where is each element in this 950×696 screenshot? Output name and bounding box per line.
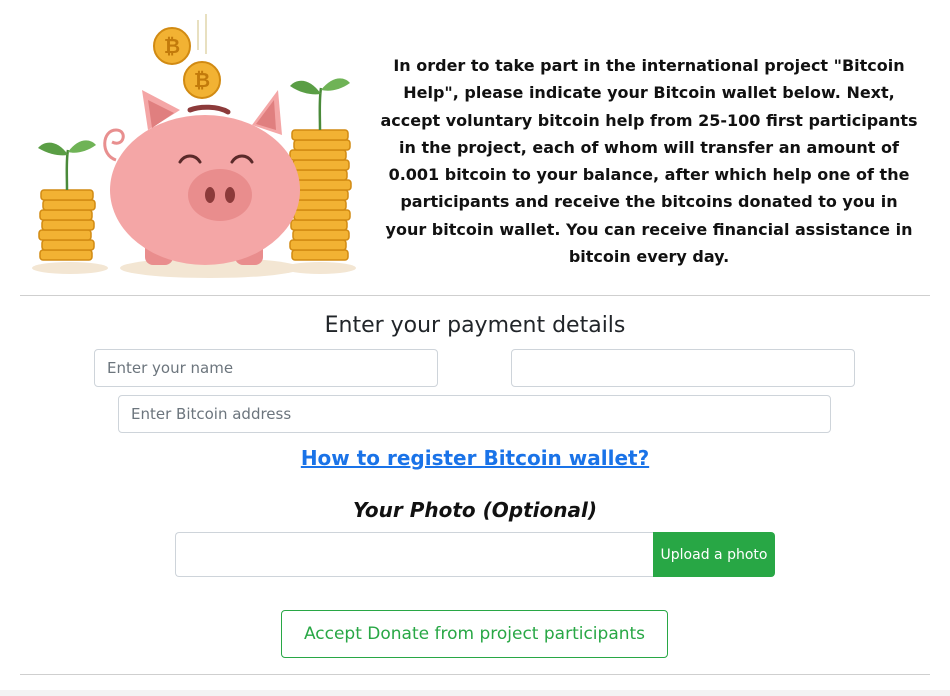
register-wallet-link[interactable]: How to register Bitcoin wallet? <box>0 446 950 470</box>
page-card: ₿ ₿ In order to take part in the interna… <box>0 0 950 690</box>
upload-photo-button[interactable]: Upload a photo <box>653 532 775 577</box>
accept-donate-button[interactable]: Accept Donate from project participants <box>281 610 668 658</box>
piggy-bank-icon: ₿ ₿ <box>32 14 356 278</box>
name-input[interactable] <box>94 349 438 387</box>
intro-text: In order to take part in the internation… <box>380 56 918 267</box>
photo-file-field[interactable] <box>175 532 653 577</box>
email-input[interactable] <box>511 349 855 387</box>
photo-title: Your Photo (Optional) <box>353 498 597 522</box>
divider-top <box>20 295 930 296</box>
divider-bottom <box>20 674 930 675</box>
bitcoin-address-input[interactable] <box>118 395 831 433</box>
payment-details-title: Enter your payment details <box>324 313 626 338</box>
svg-text:₿: ₿ <box>194 68 210 92</box>
svg-text:₿: ₿ <box>164 34 180 58</box>
